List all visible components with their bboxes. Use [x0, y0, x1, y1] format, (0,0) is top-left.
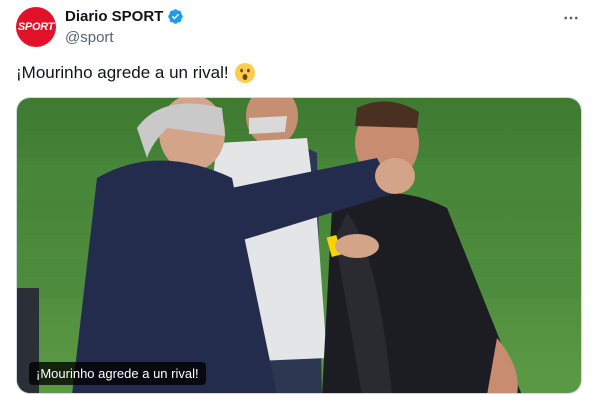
media-caption: ¡Mourinho agrede a un rival!	[29, 362, 206, 385]
tweet-text: ¡Mourinho agrede a un rival!	[16, 62, 256, 84]
tweet-card: SPORT Diario SPORT @sport ¡Mourinho agre…	[0, 0, 597, 394]
tweet-header: Diario SPORT @sport	[65, 6, 184, 46]
media-photo-illustration	[17, 98, 581, 393]
more-options-icon[interactable]	[561, 8, 581, 28]
verified-badge-icon[interactable]	[167, 8, 184, 25]
tweet-text-content: ¡Mourinho agrede a un rival!	[16, 63, 229, 82]
name-row: Diario SPORT	[65, 6, 184, 26]
display-name[interactable]: Diario SPORT	[65, 8, 163, 25]
astonished-face-emoji-icon	[234, 62, 256, 84]
avatar-logo-text: SPORT	[17, 21, 55, 33]
media-image[interactable]: ¡Mourinho agrede a un rival!	[16, 97, 582, 394]
user-handle[interactable]: @sport	[65, 29, 184, 46]
avatar[interactable]: SPORT	[16, 7, 56, 47]
